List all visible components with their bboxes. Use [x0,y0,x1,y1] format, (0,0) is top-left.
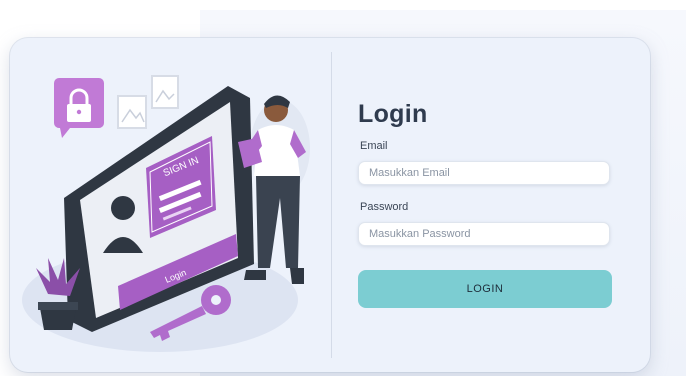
password-field[interactable] [358,222,610,246]
email-field[interactable] [358,161,610,185]
login-title: Login [358,100,428,128]
login-form: Login Email Password LOGIN [358,38,618,372]
password-label: Password [360,201,409,213]
illustration-svg: SIGN IN Login [22,75,310,352]
picture-frame-icon [117,75,179,129]
padlock-icon [54,78,104,138]
login-card: SIGN IN Login Login Email Masukkan Email… [10,38,650,372]
login-illustration: SIGN IN Login [10,38,330,372]
section-divider [331,52,332,358]
email-label: Email [360,140,388,152]
user-avatar-icon [111,196,135,220]
login-button[interactable]: LOGIN [358,270,612,308]
